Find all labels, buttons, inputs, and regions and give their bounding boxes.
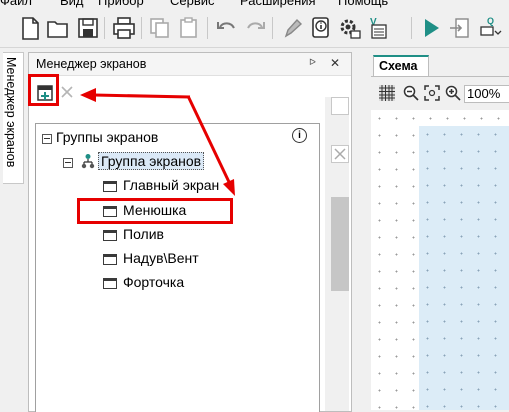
svg-text:Q: Q — [487, 16, 494, 26]
run-icon[interactable] — [418, 15, 444, 41]
pin-icon[interactable]: ᐅ — [309, 57, 316, 68]
screen-window-icon — [103, 254, 117, 265]
zoom-in-icon[interactable] — [445, 85, 461, 101]
side-tab-label: Менеджер экранов — [4, 57, 18, 168]
screen-window-icon — [103, 230, 117, 241]
collapse-icon[interactable] — [63, 158, 73, 168]
scheme-canvas[interactable] — [419, 126, 509, 410]
tree-item-screen[interactable]: Главный экран — [123, 177, 219, 193]
group-icon — [81, 154, 95, 169]
grid-icon[interactable] — [379, 85, 395, 101]
toolbar-separator — [141, 17, 142, 39]
delete-icon[interactable] — [61, 86, 73, 98]
collapse-icon[interactable] — [42, 134, 52, 144]
tree-item-screen[interactable]: Форточка — [123, 274, 184, 290]
open-folder-icon[interactable] — [45, 15, 71, 41]
copy-icon[interactable] — [147, 15, 173, 41]
print-icon[interactable] — [111, 15, 137, 41]
fit-to-screen-icon[interactable] — [424, 85, 440, 101]
verify-icon[interactable]: V — [364, 15, 390, 41]
menu-view[interactable]: Вид — [60, 0, 84, 8]
panel-close-icon[interactable]: ✕ — [330, 56, 340, 70]
menu-service[interactable]: Сервис — [170, 0, 215, 8]
toolbar-separator — [104, 17, 105, 39]
tree-root-screen-groups[interactable]: Группы экранов — [56, 129, 158, 145]
side-tab-screen-manager[interactable]: Менеджер экранов — [3, 52, 24, 184]
tree-item-screen[interactable]: Надув\Вент — [123, 250, 199, 266]
annotation-highlight-add-button — [28, 74, 59, 106]
device-search-icon[interactable]: Q — [477, 15, 503, 41]
toolbar-separator — [207, 17, 208, 39]
panel-side-button[interactable] — [331, 97, 349, 115]
menu-help[interactable]: Помощь — [338, 0, 388, 8]
redo-icon[interactable] — [242, 15, 268, 41]
tab-scheme-label: Схема — [379, 59, 418, 73]
panel-toolbar — [29, 76, 351, 110]
annotation-highlight-screen-item — [77, 198, 233, 224]
panel-scrollbar[interactable] — [325, 97, 349, 411]
main-toolbar: V Q — [0, 9, 509, 48]
toolbar-separator — [272, 17, 273, 39]
panel-header: Менеджер экранов ᐅ ✕ — [29, 53, 351, 76]
pencil-icon[interactable] — [279, 15, 305, 41]
tree-item-screen[interactable]: Полив — [123, 226, 164, 242]
new-file-icon[interactable] — [17, 15, 43, 41]
scrollbar-thumb[interactable] — [331, 197, 349, 291]
panel-title: Менеджер экранов — [36, 57, 147, 71]
connect-icon[interactable] — [447, 15, 473, 41]
zoom-out-icon[interactable] — [403, 85, 419, 101]
scheme-editor: Схема 100% — [365, 52, 509, 410]
undo-icon[interactable] — [214, 15, 240, 41]
screens-tree: i Группы экранов Группа экранов Главный … — [35, 123, 320, 412]
screen-manager-panel: Менеджер экранов ᐅ ✕ i Группы экранов Гр… — [28, 52, 352, 412]
screen-window-icon — [103, 278, 117, 289]
menu-file[interactable]: Файл — [0, 0, 32, 8]
close-icon[interactable] — [331, 145, 349, 163]
screen-window-icon — [103, 181, 117, 192]
device-settings-icon[interactable] — [336, 15, 362, 41]
zoom-level-field[interactable]: 100% — [464, 85, 509, 103]
tab-scheme[interactable]: Схема — [373, 55, 429, 77]
paste-icon[interactable] — [176, 15, 202, 41]
menu-device[interactable]: Прибор — [98, 0, 144, 8]
toolbar-separator — [411, 17, 412, 39]
info-doc-icon[interactable] — [308, 15, 334, 41]
info-icon[interactable]: i — [292, 128, 307, 143]
menu-bar: Файл Вид Прибор Сервис Расширения Помощь — [0, 0, 509, 9]
scheme-toolbar: 100% — [371, 76, 509, 109]
tree-item-screen-group[interactable]: Группа экранов — [98, 152, 205, 170]
save-icon[interactable] — [75, 15, 101, 41]
menu-extensions[interactable]: Расширения — [240, 0, 316, 8]
